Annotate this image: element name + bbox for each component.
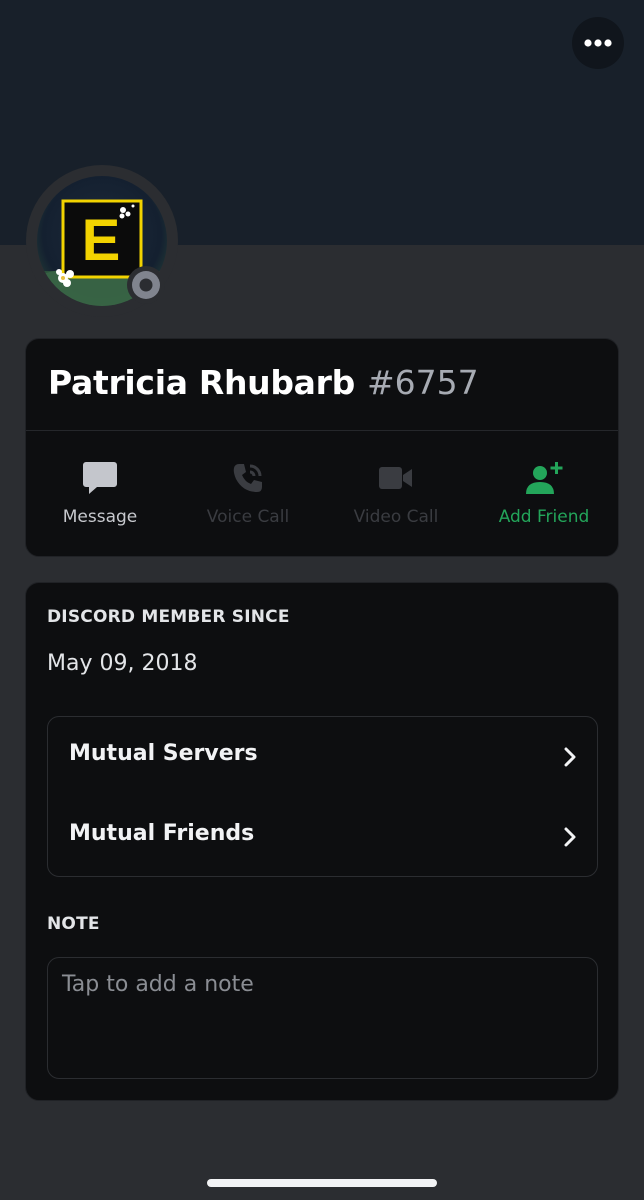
voice-call-button[interactable]: Voice Call	[174, 431, 322, 556]
username-row: Patricia Rhubarb #6757	[48, 363, 479, 409]
mutual-friends-row[interactable]: Mutual Friends	[48, 797, 597, 877]
video-call-button[interactable]: Video Call	[322, 431, 470, 556]
display-name[interactable]: Patricia Rhubarb	[48, 363, 355, 402]
action-bar: Message Voice Call Video Call Add Friend	[26, 431, 618, 556]
mutuals-list: Mutual Servers Mutual Friends	[47, 716, 598, 877]
home-indicator[interactable]	[207, 1179, 437, 1187]
chevron-right-icon	[564, 747, 576, 767]
mutual-servers-row[interactable]: Mutual Servers	[48, 717, 597, 797]
add-friend-button[interactable]: Add Friend	[470, 431, 618, 556]
note-input[interactable]	[47, 957, 598, 1079]
chevron-right-icon	[564, 827, 576, 847]
offline-status-icon	[132, 271, 160, 299]
video-call-label: Video Call	[353, 507, 439, 527]
avatar-letter: E	[82, 208, 121, 273]
video-icon	[376, 459, 416, 497]
voice-call-label: Voice Call	[206, 507, 290, 527]
message-label: Message	[62, 507, 138, 527]
message-button[interactable]: Message	[26, 431, 174, 556]
profile-card: Patricia Rhubarb #6757 Message Voice Cal…	[25, 338, 619, 557]
message-icon	[80, 459, 120, 497]
discriminator: #6757	[366, 363, 479, 402]
add-friend-label: Add Friend	[498, 507, 590, 527]
note-title: NOTE	[47, 914, 100, 934]
more-options-button[interactable]	[572, 17, 624, 69]
mutual-servers-label: Mutual Servers	[69, 741, 258, 766]
phone-icon	[228, 459, 268, 497]
add-friend-icon	[524, 459, 564, 497]
member-since-title: DISCORD MEMBER SINCE	[47, 607, 290, 627]
info-card: DISCORD MEMBER SINCE May 09, 2018 Mutual…	[25, 582, 619, 1101]
mutual-friends-label: Mutual Friends	[69, 821, 255, 846]
status-indicator	[127, 266, 165, 304]
ellipsis-icon	[584, 39, 612, 47]
member-since-date: May 09, 2018	[47, 651, 198, 676]
